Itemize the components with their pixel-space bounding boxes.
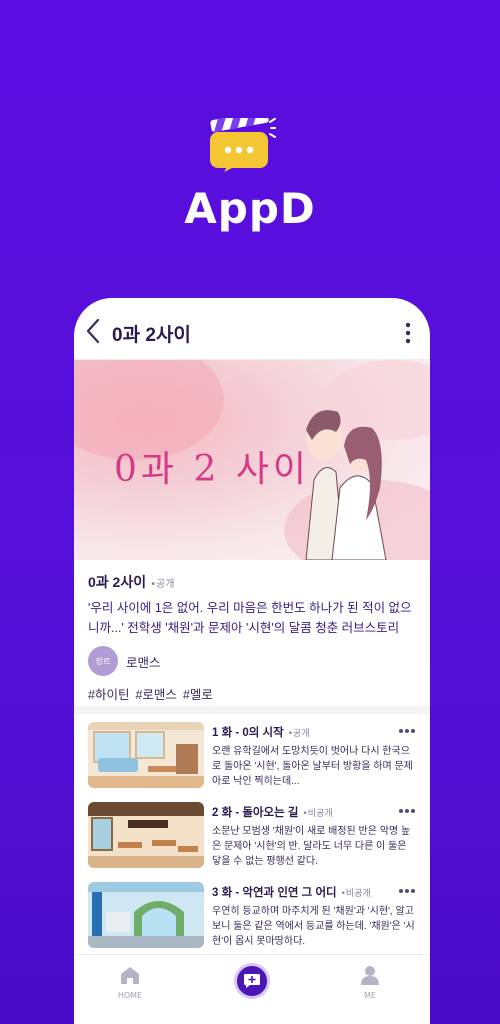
more-horizontal-icon[interactable] — [398, 808, 416, 814]
section-divider — [74, 706, 430, 714]
back-arrow-icon[interactable] — [86, 318, 100, 344]
app-logo: AppD — [0, 100, 500, 240]
tag[interactable]: #하이틴 — [88, 684, 129, 703]
bottom-tab-bar: HOME ME — [74, 954, 430, 1024]
logo-wordmark: AppD — [184, 184, 316, 233]
series-title: 0과 2사이 — [88, 574, 147, 590]
episode-item[interactable]: 3 화 - 악연과 인연 그 어디 •비공개 우연히 등교하며 마주치게 된 '… — [86, 882, 420, 962]
episode-description: 우연히 등교하며 마주치게 된 '채원'과 '시현', 알고보니 둘은 같은 역… — [212, 906, 415, 947]
episode-thumbnail — [88, 722, 204, 788]
more-horizontal-icon[interactable] — [398, 888, 416, 894]
episode-list: 1 화 - 0의 시작 •공개 오랜 유학길에서 도망치듯이 벗어나 다시 한국… — [86, 722, 420, 962]
home-icon — [121, 967, 139, 984]
series-status: •공개 — [150, 579, 175, 590]
episode-item[interactable]: 1 화 - 0의 시작 •공개 오랜 유학길에서 도망치듯이 벗어나 다시 한국… — [86, 722, 420, 802]
tab-me[interactable]: ME — [330, 965, 410, 1000]
user-icon — [361, 966, 379, 985]
cover-title-art: 0과 2 사이 — [114, 449, 311, 490]
episode-title: 1 화 - 0의 시작 — [212, 727, 284, 739]
tab-home-label: HOME — [117, 991, 143, 1000]
episode-status: •공개 — [287, 729, 310, 739]
series-description: '우리 사이에 1은 없어. 우리 마음은 한번도 하나가 된 적이 없으니까.… — [88, 601, 412, 635]
episode-title: 2 화 - 돌아오는 길 — [212, 807, 299, 819]
add-chat-icon — [244, 974, 260, 988]
episode-description: 소문난 모범생 '채원'이 새로 배정된 반은 악명 높은 문제아 '시현'의 … — [212, 826, 411, 867]
more-vertical-icon[interactable] — [404, 322, 412, 344]
top-bar: 0과 2사이 — [74, 298, 430, 360]
tab-me-label: ME — [364, 991, 376, 1000]
tag[interactable]: #로맨스 — [135, 684, 176, 703]
page-title: 0과 2사이 — [112, 325, 191, 346]
series-info: 0과 2사이 •공개 '우리 사이에 1은 없어. 우리 마음은 한번도 하나가… — [88, 572, 420, 703]
tab-home[interactable]: HOME — [90, 965, 170, 1000]
episode-status: •비공개 — [302, 809, 333, 819]
tag[interactable]: #멜로 — [183, 684, 213, 703]
tag-list: #하이틴 #로맨스 #멜로 — [88, 684, 420, 703]
genre-name: 로맨스 — [126, 655, 161, 670]
phone-frame: 0과 2사이 0과 2 사이 0과 2사이 •공개 '우리 사이에 1은 없어.… — [74, 298, 430, 1024]
episode-status: •비공개 — [340, 889, 371, 899]
episode-thumbnail — [88, 882, 204, 948]
episode-title: 3 화 - 악연과 인연 그 어디 — [212, 887, 337, 899]
cover-image: 0과 2 사이 — [74, 360, 430, 560]
episode-thumbnail — [88, 802, 204, 868]
episode-description: 오랜 유학길에서 도망치듯이 벗어나 다시 한국으로 돌아온 '시현', 돌아온… — [212, 746, 413, 787]
more-horizontal-icon[interactable] — [398, 728, 416, 734]
genre-badge: 장르 — [88, 646, 118, 676]
create-button[interactable] — [234, 963, 270, 999]
clapperboard-chat-icon — [210, 118, 276, 172]
episode-item[interactable]: 2 화 - 돌아오는 길 •비공개 소문난 모범생 '채원'이 새로 배정된 반… — [86, 802, 420, 882]
